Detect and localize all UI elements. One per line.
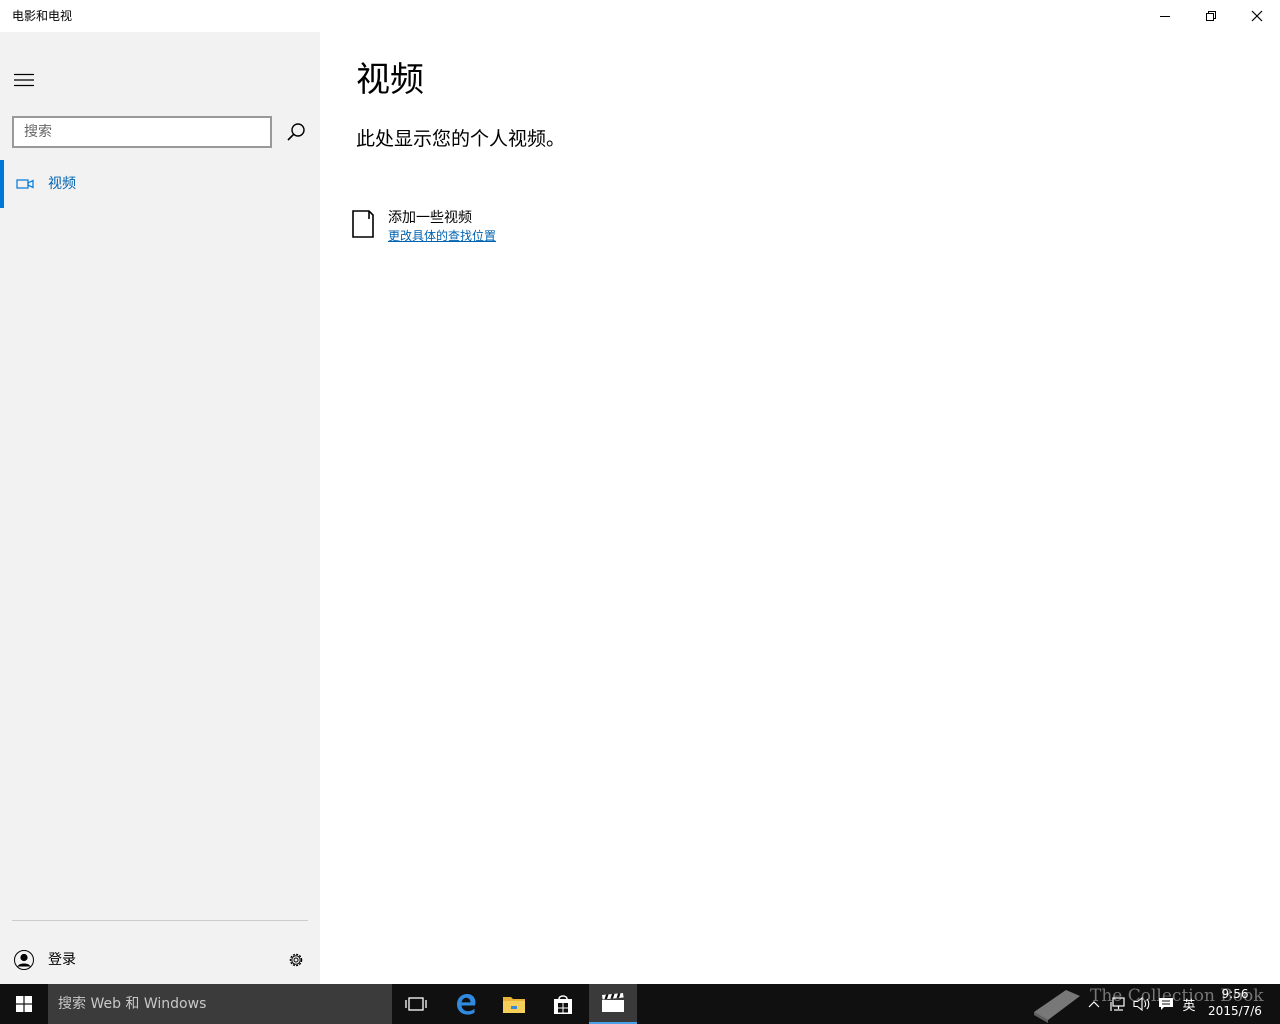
search-input[interactable] [14, 118, 270, 146]
speaker-icon [1133, 996, 1150, 1012]
movies-tv-app-window: 电影和电视 搜索 视频 登录 视频 此处显示您的个人视频。 添加一些视频 更改具… [0, 0, 1280, 984]
restore-button[interactable] [1188, 0, 1234, 32]
page-subtitle: 此处显示您的个人视频。 [356, 128, 566, 150]
minimize-button[interactable] [1142, 0, 1188, 32]
hamburger-icon [14, 73, 34, 87]
action-center-button[interactable] [1154, 984, 1178, 1024]
edge-icon [457, 994, 476, 1015]
restore-icon [1206, 11, 1216, 21]
clock-time: 9:56 [1221, 987, 1249, 1001]
network-button[interactable] [1106, 984, 1130, 1024]
video-camera-icon [16, 179, 34, 189]
sidebar-item-videos[interactable]: 视频 [0, 160, 320, 208]
search-button[interactable] [280, 116, 312, 148]
document-icon [352, 210, 374, 238]
hamburger-menu-button[interactable] [0, 60, 48, 100]
file-explorer-icon [503, 997, 525, 1013]
taskbar-search-input[interactable] [48, 984, 392, 1024]
volume-button[interactable] [1130, 984, 1154, 1024]
close-button[interactable] [1234, 0, 1280, 32]
store-button[interactable] [539, 984, 587, 1024]
chevron-up-icon [1088, 1001, 1100, 1008]
sidebar: 视频 登录 [0, 32, 320, 984]
edge-button[interactable] [442, 984, 490, 1024]
movies-tv-taskbar-button[interactable] [589, 984, 637, 1024]
task-view-button[interactable] [392, 984, 440, 1024]
book-watermark-icon [1034, 990, 1080, 1023]
title-bar: 电影和电视 [0, 0, 1280, 32]
gear-icon [289, 953, 303, 967]
window-title: 电影和电视 [12, 9, 73, 23]
close-icon [1251, 10, 1263, 22]
add-videos-label: 添加一些视频 [388, 210, 472, 226]
add-videos-item: 添加一些视频 更改具体的查找位置 [352, 208, 652, 248]
notification-icon [1159, 998, 1173, 1010]
network-icon [1110, 997, 1125, 1011]
file-explorer-button[interactable] [490, 984, 538, 1024]
search-box [12, 116, 272, 148]
input-language-button[interactable]: 英 [1178, 984, 1200, 1024]
search-icon [287, 123, 305, 141]
sidebar-divider [12, 920, 308, 921]
show-hidden-icons-button[interactable] [1084, 984, 1104, 1024]
sign-in-button[interactable]: 登录 [0, 940, 260, 980]
movies-tv-icon [602, 993, 624, 1012]
minimize-icon [1160, 16, 1170, 17]
task-view-icon [405, 997, 427, 1011]
language-indicator: 英 [1182, 998, 1196, 1014]
store-icon [554, 995, 572, 1014]
clock-button[interactable]: 9:56 2015/7/6 [1200, 986, 1270, 1020]
page-title: 视频 [356, 60, 424, 100]
main-content: 视频 此处显示您的个人视频。 添加一些视频 更改具体的查找位置 [320, 32, 1280, 984]
clock-date: 2015/7/6 [1208, 1004, 1262, 1018]
change-location-link[interactable]: 更改具体的查找位置 [388, 228, 496, 244]
start-button[interactable] [0, 984, 48, 1024]
sign-in-label: 登录 [48, 952, 76, 968]
settings-button[interactable] [280, 944, 312, 976]
taskbar-search-box [48, 984, 392, 1024]
selected-indicator [0, 160, 4, 208]
taskbar: The Collection Book 英 9:56 2015/7/ [0, 984, 1280, 1024]
user-avatar-icon [14, 950, 34, 970]
windows-logo-icon [16, 996, 32, 1012]
sidebar-item-label: 视频 [48, 176, 76, 192]
